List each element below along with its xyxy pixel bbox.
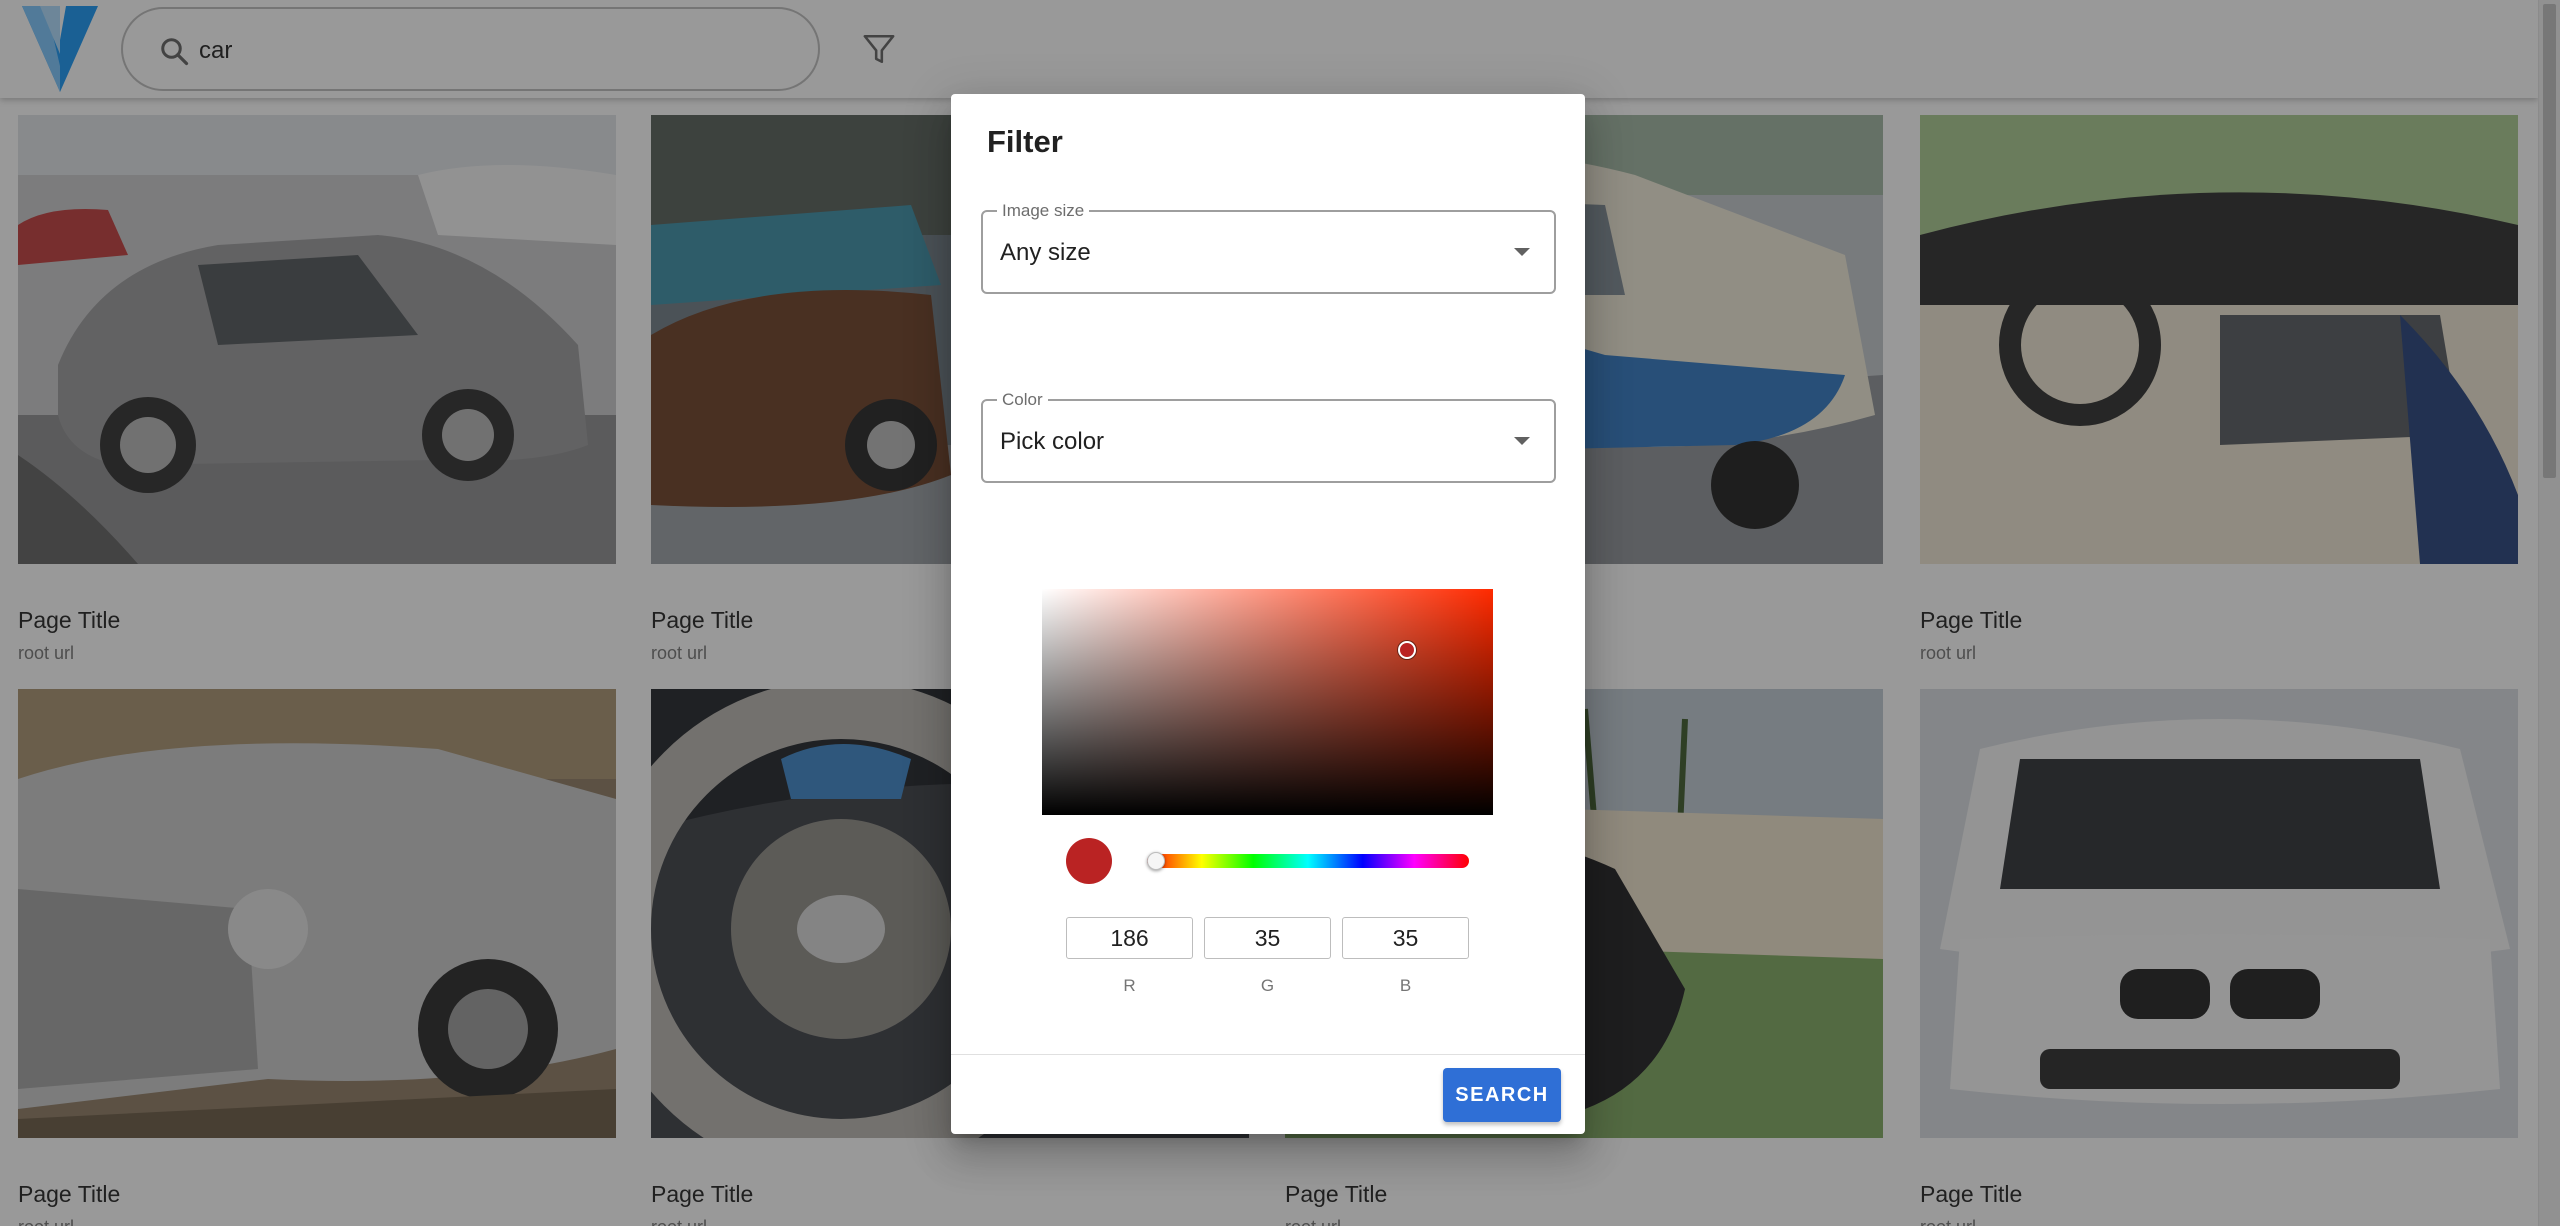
hue-slider[interactable] (1147, 852, 1469, 870)
green-input[interactable] (1204, 917, 1331, 959)
image-size-value: Any size (1000, 239, 1091, 266)
chevron-down-icon (1514, 248, 1530, 256)
red-label: R (1123, 976, 1136, 995)
chevron-down-icon (1514, 437, 1530, 445)
filter-dialog: Filter Image size Any size Color Pick co… (951, 94, 1585, 1134)
color-label: Color (997, 390, 1048, 410)
color-preview-swatch (1066, 838, 1112, 884)
saturation-value-picker[interactable] (1042, 589, 1493, 815)
blue-input[interactable] (1342, 917, 1469, 959)
image-size-label: Image size (997, 201, 1090, 221)
image-size-select[interactable]: Image size Any size (981, 201, 1556, 294)
color-picker-handle[interactable] (1398, 641, 1417, 660)
search-button[interactable]: SEARCH (1443, 1068, 1561, 1122)
color-select[interactable]: Color Pick color (981, 390, 1556, 483)
blue-label: B (1399, 976, 1412, 995)
green-label: G (1260, 976, 1275, 995)
hue-slider-handle[interactable] (1147, 852, 1165, 870)
dialog-title: Filter (987, 124, 1063, 159)
dialog-divider (951, 1054, 1585, 1055)
color-value: Pick color (1000, 428, 1105, 455)
red-input[interactable] (1066, 917, 1193, 959)
